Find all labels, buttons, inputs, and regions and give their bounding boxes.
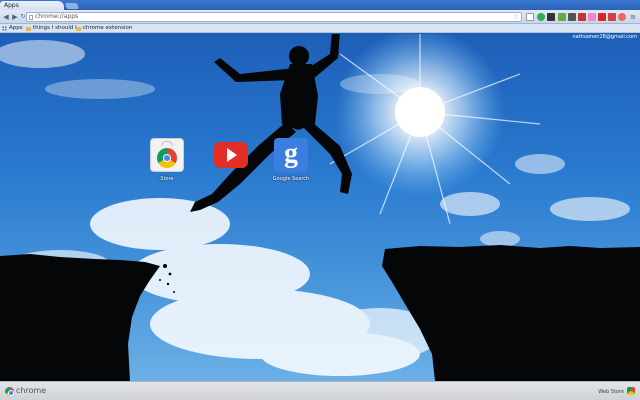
- bookmark-star-icon[interactable]: ☆: [513, 13, 519, 21]
- extension-icon[interactable]: [547, 13, 555, 21]
- extension-icon[interactable]: [598, 13, 606, 21]
- extension-icon[interactable]: [537, 13, 545, 21]
- bookmark-label: chrome extension: [83, 25, 133, 31]
- toolbar: ◀ ▶ ↻ chrome://apps ☆ ≡: [0, 10, 640, 24]
- extension-icon[interactable]: [526, 13, 534, 21]
- extension-icon[interactable]: [608, 13, 616, 21]
- app-store[interactable]: Store: [147, 138, 187, 182]
- sun: [329, 34, 541, 225]
- url-text: chrome://apps: [35, 13, 79, 20]
- background-image: [0, 34, 640, 381]
- folder-icon: [26, 26, 31, 31]
- extension-icon[interactable]: [588, 13, 596, 21]
- web-store-icon[interactable]: [627, 387, 635, 395]
- bookmark-folder[interactable]: things I should l...: [26, 24, 82, 33]
- tab-apps[interactable]: Apps: [0, 1, 64, 10]
- menu-icon[interactable]: ≡: [629, 13, 637, 21]
- extension-icon[interactable]: [568, 13, 576, 21]
- extension-icon[interactable]: [618, 13, 626, 21]
- app-label: Google Search: [272, 176, 310, 182]
- web-store-icon: [150, 138, 184, 172]
- address-bar[interactable]: chrome://apps ☆: [26, 12, 522, 22]
- apps-page: nathuonen28@gmail.com Store g Google Sea…: [0, 34, 640, 381]
- bookmark-label: Apps: [9, 25, 23, 31]
- forward-button[interactable]: ▶: [11, 13, 19, 21]
- apps-footer: chrome Web Store: [0, 381, 640, 400]
- new-tab-button[interactable]: [64, 3, 80, 9]
- extension-icon[interactable]: [558, 13, 566, 21]
- apps-grid-icon: [2, 26, 7, 31]
- bookmark-apps[interactable]: Apps: [2, 24, 23, 33]
- extension-icon[interactable]: [578, 13, 586, 21]
- app-label: Store: [160, 176, 174, 182]
- app-youtube[interactable]: [211, 138, 251, 172]
- left-cliff: [0, 254, 160, 381]
- bookmarks-bar: Apps things I should l... chrome extensi…: [0, 24, 640, 33]
- jumping-man-silhouette: [190, 34, 352, 212]
- page-icon: [29, 15, 33, 20]
- signed-in-user[interactable]: nathuonen28@gmail.com: [572, 34, 637, 41]
- title-bar: Apps: [0, 0, 640, 10]
- right-cliff: [382, 245, 640, 381]
- chrome-logo-icon: [5, 387, 14, 396]
- bookmark-folder[interactable]: chrome extension: [76, 24, 132, 33]
- app-google-search[interactable]: g Google Search: [271, 138, 311, 182]
- bookmark-label: things I should l...: [33, 25, 82, 31]
- youtube-icon: [214, 142, 248, 168]
- back-button[interactable]: ◀: [2, 13, 10, 21]
- web-store-link[interactable]: Web Store: [598, 389, 624, 395]
- folder-icon: [76, 26, 81, 31]
- google-search-icon: g: [274, 138, 308, 172]
- footer-brand: chrome: [16, 386, 47, 395]
